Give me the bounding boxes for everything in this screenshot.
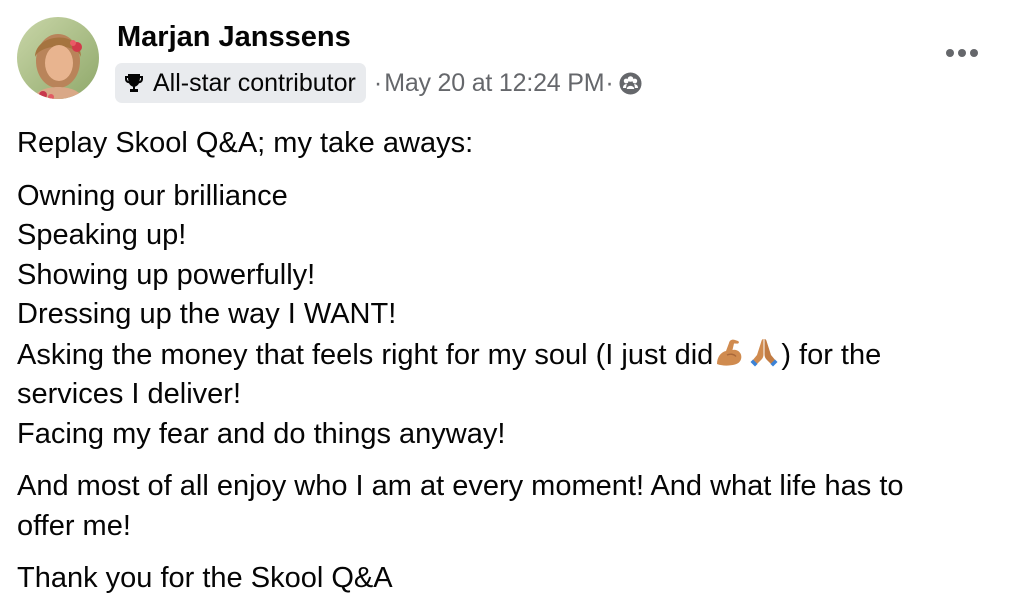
badge-label: All-star contributor: [153, 68, 356, 97]
post-line: Facing my fear and do things anyway!: [17, 417, 506, 450]
author-avatar[interactable]: [17, 17, 99, 99]
post-line: Speaking up!: [17, 219, 187, 251]
post-line: Dressing up the way I WANT!: [17, 298, 397, 330]
post-enjoy-line-2: offer me!: [17, 509, 131, 542]
all-star-contributor-badge[interactable]: All-star contributor: [115, 63, 366, 103]
money-line-text: Asking the money that feels right for my…: [17, 338, 714, 371]
meta-separator: ·: [373, 68, 383, 97]
post-intro-line: Replay Skool Q&A; my take aways:: [17, 127, 474, 159]
trophy-icon: [123, 72, 145, 94]
group-audience-icon[interactable]: [618, 71, 643, 96]
post-line: Owning our brilliance: [17, 179, 288, 212]
post-enjoy-line: And most of all enjoy who I am at every …: [17, 470, 904, 502]
post-thanks-line: Thank you for the Skool Q&A: [17, 562, 393, 594]
post-line: services I deliver!: [17, 378, 242, 410]
post-timestamp[interactable]: May 20 at 12:24 PM: [384, 69, 604, 98]
post-money-line: Asking the money that feels right for my…: [17, 335, 1002, 376]
post-card: Marjan Janssens All-star contributor · M…: [0, 0, 1018, 616]
post-body: Replay Skool Q&A; my take aways: Owning …: [17, 124, 1002, 599]
author-name[interactable]: Marjan Janssens: [117, 19, 351, 55]
more-options-button[interactable]: [938, 36, 986, 72]
meta-separator-2: ·: [605, 68, 614, 97]
post-line: Showing up powerfully!: [17, 258, 316, 291]
folded-hands-emoji: [747, 335, 781, 369]
more-options-icon: [945, 45, 979, 63]
flexed-biceps-emoji: [713, 335, 747, 369]
money-line-text-end: ) for the: [781, 338, 882, 371]
post-meta: All-star contributor · May 20 at 12:24 P…: [115, 63, 643, 103]
